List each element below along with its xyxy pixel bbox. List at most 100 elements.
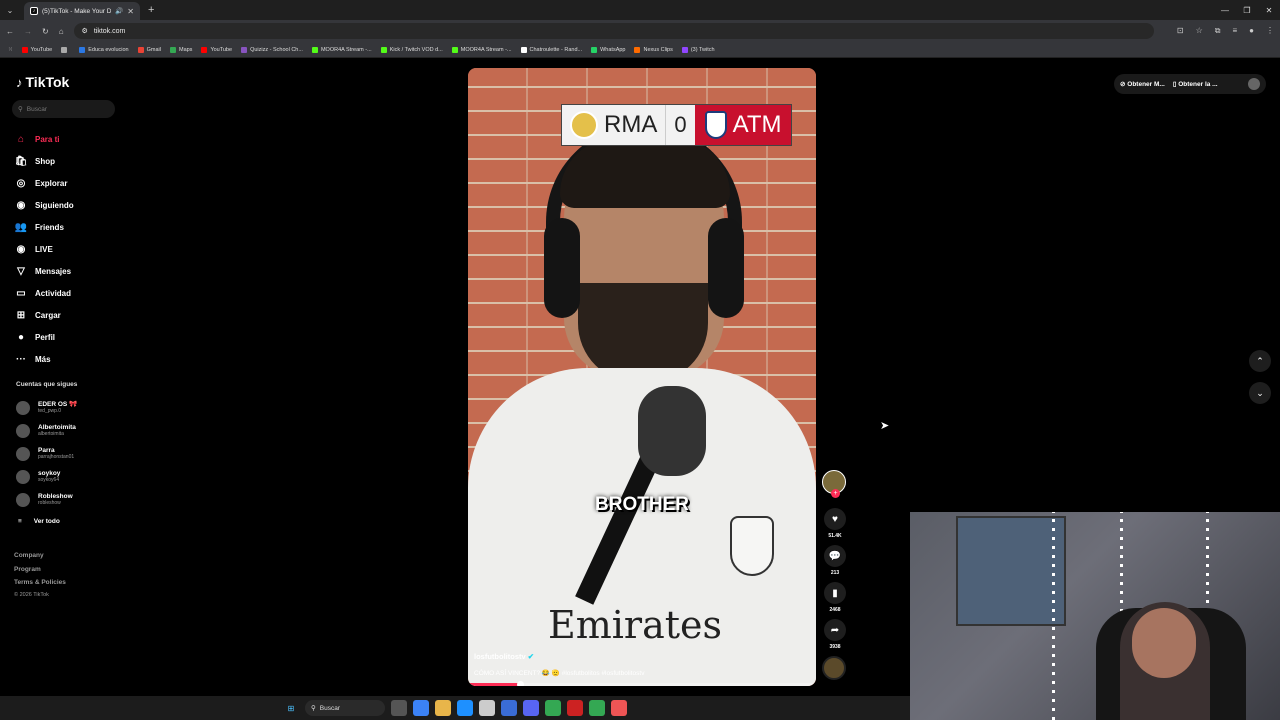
bookmark-item[interactable]: Chatroulette - Rand...: [520, 46, 582, 53]
restore-button[interactable]: ❐: [1236, 0, 1258, 20]
minimize-button[interactable]: —: [1214, 0, 1236, 20]
bookmark-item[interactable]: Kick / Twitch VOD d...: [380, 46, 443, 53]
bookmark-item[interactable]: (3) Twitch: [681, 46, 715, 53]
video-progress[interactable]: [468, 681, 816, 686]
app2-icon[interactable]: [611, 700, 627, 716]
see-all-button[interactable]: ≡ Ver todo: [16, 511, 126, 531]
bookmark-item[interactable]: Gmail: [137, 46, 161, 53]
windows-start-icon[interactable]: ⊞: [283, 700, 299, 716]
user-avatar[interactable]: [1248, 78, 1260, 90]
edge-icon[interactable]: [457, 700, 473, 716]
heart-icon[interactable]: ♥: [824, 508, 846, 530]
terms-link[interactable]: Terms & Policies: [14, 576, 66, 590]
bookmark-item[interactable]: Nexus Clips: [634, 46, 673, 53]
avatar: [16, 469, 30, 484]
bookmark-icon[interactable]: ▮: [824, 582, 846, 604]
bookmark-star-icon[interactable]: ☆: [1196, 26, 1203, 36]
video-author[interactable]: losfutbolitostv ✔: [474, 652, 534, 661]
tiktok-logo[interactable]: ♪ TikTok: [16, 74, 69, 90]
program-link[interactable]: Program: [14, 563, 66, 577]
close-tab-icon[interactable]: ✕: [127, 7, 134, 16]
bookmark-item[interactable]: YouTube: [201, 46, 233, 53]
nav-item-actividad[interactable]: ▭ Actividad: [15, 282, 125, 304]
comment-action[interactable]: 💬 213: [822, 545, 848, 576]
nav-item-shop[interactable]: 🛍 Shop: [15, 150, 125, 172]
back-icon[interactable]: ←: [6, 27, 14, 36]
sound-disc-icon[interactable]: [822, 656, 846, 680]
chrome-icon[interactable]: [545, 700, 561, 716]
tab-search-button[interactable]: ⌄: [0, 0, 20, 20]
company-link[interactable]: Company: [14, 549, 66, 563]
following-item[interactable]: Albertoimita albertoimita: [16, 419, 126, 442]
following-item[interactable]: Parra parrajhonstan01: [16, 442, 126, 465]
new-tab-button[interactable]: +: [148, 4, 154, 16]
browser-tab-tiktok[interactable]: ♪ (5)TikTok - Make Your Day 🔊 ✕: [24, 2, 140, 20]
nav-item-friends[interactable]: 👥 Friends: [15, 216, 125, 238]
save-action[interactable]: ▮ 2468: [822, 582, 848, 613]
nav-item-mensajes[interactable]: ▽ Mensajes: [15, 260, 125, 282]
creator-avatar[interactable]: +: [822, 470, 846, 498]
following-item[interactable]: EDER OS 🎀 ted_pwp.0: [16, 396, 126, 419]
get-desktop-button[interactable]: ▯ Obtener la ...: [1173, 80, 1218, 88]
bookmark-item[interactable]: MOOR4A Stream -...: [451, 46, 512, 53]
nav-item-para-ti[interactable]: ⌂ Para ti: [15, 128, 125, 150]
bookmark-favicon-icon: [79, 46, 86, 53]
chrome-active-icon[interactable]: [589, 700, 605, 716]
video-player[interactable]: Emirates RMA 0 ATM BROTHER losfutbolitos…: [468, 68, 816, 686]
site-info-icon[interactable]: ⚙: [82, 27, 88, 35]
progress-knob[interactable]: [517, 681, 525, 686]
bookmark-item[interactable]: Quizizz - School Ch...: [241, 46, 303, 53]
bookmark-item[interactable]: Maps: [169, 46, 192, 53]
previous-video-button[interactable]: ⌃: [1249, 350, 1271, 372]
audio-icon[interactable]: 🔊: [115, 7, 123, 15]
install-icon[interactable]: ⊡: [1177, 26, 1184, 36]
atletico-crest-icon: [704, 111, 727, 139]
discord-icon[interactable]: [523, 700, 539, 716]
file-explorer-icon[interactable]: [435, 700, 451, 716]
store-icon[interactable]: [479, 700, 495, 716]
home-button-icon[interactable]: ⌂: [59, 27, 64, 36]
bookmark-favicon-icon: [591, 46, 598, 53]
comment-icon[interactable]: 💬: [824, 545, 846, 567]
nav-item-perfil[interactable]: ● Perfil: [15, 326, 125, 348]
bookmark-item[interactable]: Educa evolucion: [79, 46, 129, 53]
upload-icon: ⊞: [16, 309, 26, 321]
nav-item-explorar[interactable]: ◎ Explorar: [15, 172, 125, 194]
bookmark-item[interactable]: YouTube: [21, 46, 52, 53]
bookmark-item[interactable]: WhatsApp: [591, 46, 625, 53]
follow-plus-icon[interactable]: +: [831, 489, 840, 498]
nav-item-cargar[interactable]: ⊞ Cargar: [15, 304, 125, 326]
app-icon[interactable]: [567, 700, 583, 716]
following-item[interactable]: soykoy soykoy64: [16, 465, 126, 488]
profile-icon: ●: [17, 331, 25, 343]
nav-item-m-s[interactable]: ··· Más: [15, 348, 125, 370]
bookmark-item[interactable]: [61, 46, 70, 53]
search-input[interactable]: ⚲ Buscar: [12, 100, 115, 118]
nav-item-siguiendo[interactable]: ◉ Siguiendo: [15, 194, 125, 216]
home-icon: ⌂: [17, 133, 25, 145]
extensions-icon[interactable]: ⧉: [1215, 26, 1221, 36]
following-text: Albertoimita albertoimita: [38, 424, 76, 437]
menu-icon[interactable]: ⋮: [1266, 26, 1274, 36]
taskbar-search[interactable]: ⚲ Buscar: [305, 700, 385, 716]
profile-avatar-icon[interactable]: ●: [1249, 26, 1254, 36]
share-action[interactable]: ➦ 3938: [822, 619, 848, 650]
forward-icon[interactable]: →: [24, 27, 32, 36]
following-handle: parrajhonstan01: [38, 454, 75, 460]
next-video-button[interactable]: ⌄: [1249, 382, 1271, 404]
address-bar[interactable]: ⚙ tiktok.com: [73, 23, 1154, 39]
task-view-icon[interactable]: [391, 700, 407, 716]
get-app-button[interactable]: ⊘ Obtener M...: [1120, 80, 1165, 88]
media-icon[interactable]: ≡: [1232, 26, 1237, 36]
bookmark-label: YouTube: [210, 46, 233, 53]
mail-icon[interactable]: [501, 700, 517, 716]
like-action[interactable]: ♥ 51.4K: [822, 508, 848, 539]
close-window-button[interactable]: ✕: [1258, 0, 1280, 20]
apps-icon[interactable]: ⁙: [8, 47, 13, 53]
bookmark-item[interactable]: MOOR4A Stream -...: [311, 46, 372, 53]
nav-item-live[interactable]: ◉ LIVE: [15, 238, 125, 260]
copilot-icon[interactable]: [413, 700, 429, 716]
share-icon[interactable]: ➦: [824, 619, 846, 641]
reload-icon[interactable]: ↻: [42, 27, 49, 36]
following-item[interactable]: Robleshow robleshow: [16, 488, 126, 511]
